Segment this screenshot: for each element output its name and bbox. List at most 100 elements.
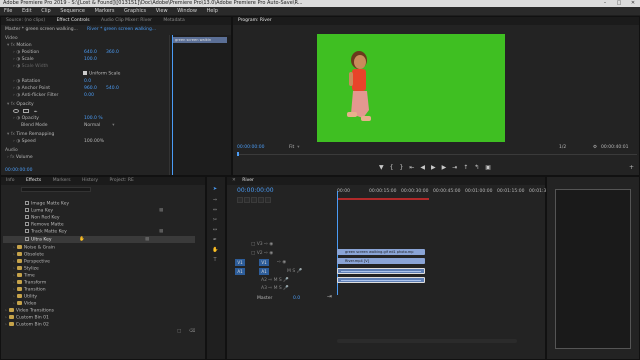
- new-bin-icon[interactable]: □: [177, 329, 181, 335]
- close-icon[interactable]: ✕: [626, 0, 640, 7]
- section-opacity[interactable]: ▾ fx Opacity: [7, 102, 34, 108]
- insert-sequence-nest-icon[interactable]: [237, 197, 243, 203]
- close-sequence-icon[interactable]: ✕: [227, 177, 236, 185]
- tab-source[interactable]: Source: (no clips): [1, 17, 50, 25]
- linked-selection-icon[interactable]: [251, 197, 257, 203]
- scale-value[interactable]: 100.0: [84, 57, 97, 63]
- source-patch-v1[interactable]: V1: [235, 259, 245, 266]
- pen-mask-icon[interactable]: ✒: [34, 110, 38, 115]
- position-x-value[interactable]: 640.0: [84, 50, 97, 56]
- step-forward-icon[interactable]: ▶: [442, 164, 453, 171]
- mark-in-icon[interactable]: {: [390, 164, 400, 171]
- mask-tools[interactable]: ✒: [13, 109, 38, 115]
- menu-graphics[interactable]: Graphics: [120, 7, 150, 15]
- effect-item-ultra-key[interactable]: Ultra Key: [23, 237, 52, 243]
- go-to-end-icon[interactable]: ⇥: [327, 294, 332, 300]
- mark-out-icon[interactable]: }: [399, 164, 409, 171]
- razor-tool-icon[interactable]: ✂: [212, 217, 218, 223]
- effect-controls-timecode[interactable]: 00:00:00:00: [5, 168, 32, 174]
- track-select-tool-icon[interactable]: ⇒: [212, 197, 218, 203]
- rotation-value[interactable]: 0.0: [84, 79, 91, 85]
- source-patch-a1[interactable]: A1: [235, 268, 245, 275]
- mini-timeline-clip[interactable]: green screen walkin: [173, 37, 227, 43]
- track-target-v1[interactable]: V1: [259, 259, 269, 266]
- folder-item[interactable]: › Custom Bin 01: [5, 315, 49, 321]
- effect-item[interactable]: Luma Key: [23, 208, 53, 214]
- folder-item[interactable]: › Video: [13, 301, 36, 307]
- button-editor-icon[interactable]: +: [629, 165, 634, 171]
- type-tool-icon[interactable]: T: [212, 257, 218, 263]
- step-back-icon[interactable]: ◀: [420, 164, 431, 171]
- folder-item[interactable]: › Stylize: [13, 266, 39, 272]
- opacity-value[interactable]: 100.0 %: [84, 116, 103, 122]
- slip-tool-icon[interactable]: ↔: [212, 227, 218, 233]
- minimize-icon[interactable]: –: [598, 0, 612, 7]
- speed-value[interactable]: 100.00%: [84, 139, 104, 145]
- track-header-v3[interactable]: □ V3 ⇨ ◉: [251, 242, 273, 248]
- menu-window[interactable]: Window: [173, 7, 201, 15]
- tab-history[interactable]: History: [77, 177, 103, 185]
- track-header-v2[interactable]: □ V2 ⇨ ◉: [251, 251, 273, 257]
- folder-item[interactable]: › Custom Bin 02: [5, 322, 49, 328]
- time-ruler[interactable]: 00:00 00:00:15:00 00:00:30:00 00:00:45:0…: [337, 189, 556, 201]
- folder-item[interactable]: › Noise & Grain: [13, 245, 55, 251]
- wrench-icon[interactable]: ⚙: [593, 145, 597, 151]
- add-marker-icon[interactable]: ▼: [379, 164, 390, 171]
- timeline-horizontal-scrollbar[interactable]: [337, 339, 517, 343]
- effect-item[interactable]: Track Matte Key: [23, 229, 67, 235]
- menu-file[interactable]: File: [0, 7, 16, 15]
- master-volume-value[interactable]: 0.0: [293, 296, 300, 302]
- effect-item[interactable]: Image Matte Key: [23, 201, 69, 207]
- position-y-value[interactable]: 360.0: [106, 50, 119, 56]
- play-icon[interactable]: ▶: [431, 164, 442, 171]
- menu-clip[interactable]: Clip: [37, 7, 54, 15]
- rectangle-mask-icon[interactable]: [23, 109, 30, 113]
- effects-search-input[interactable]: [21, 187, 91, 192]
- ripple-edit-tool-icon[interactable]: ⇔: [212, 207, 218, 213]
- uniform-scale-checkbox[interactable]: Uniform Scale: [83, 71, 120, 77]
- resolution-selector[interactable]: 1/2: [559, 145, 566, 151]
- delete-icon[interactable]: ⌫: [189, 329, 195, 335]
- hand-tool-icon[interactable]: ✋: [212, 247, 218, 253]
- track-target-a1[interactable]: A1: [259, 268, 269, 275]
- extract-icon[interactable]: ↰: [474, 164, 485, 171]
- menu-view[interactable]: View: [152, 7, 172, 15]
- go-to-in-icon[interactable]: ⇤: [409, 164, 420, 171]
- anti-flicker-value[interactable]: 0.00: [84, 93, 94, 99]
- folder-item[interactable]: › Transition: [13, 287, 46, 293]
- tab-sequence-river[interactable]: River: [237, 177, 259, 185]
- folder-item[interactable]: › Utility: [13, 294, 37, 300]
- lift-icon[interactable]: ↑: [463, 164, 474, 171]
- tab-audio-clip-mixer[interactable]: Audio Clip Mixer: River: [96, 17, 157, 25]
- program-playhead[interactable]: [237, 152, 239, 156]
- anchor-x-value[interactable]: 960.0: [84, 86, 97, 92]
- tab-effects[interactable]: Effects: [21, 177, 46, 185]
- ellipse-mask-icon[interactable]: [13, 109, 19, 113]
- pen-tool-icon[interactable]: ✒: [212, 237, 218, 243]
- section-motion[interactable]: ▾ fx Motion: [7, 43, 32, 49]
- section-time-remapping[interactable]: ▾ fx Time Remapping: [7, 132, 54, 138]
- menu-help[interactable]: Help: [203, 7, 222, 15]
- program-timecode[interactable]: 00:00:00:00: [237, 145, 264, 151]
- folder-item[interactable]: › Perspective: [13, 259, 50, 265]
- anchor-y-value[interactable]: 540.0: [106, 86, 119, 92]
- mini-playhead[interactable]: [172, 35, 173, 175]
- add-marker-icon[interactable]: [258, 197, 264, 203]
- timeline-timecode[interactable]: 00:00:00:00: [237, 188, 274, 194]
- clip-river-video[interactable]: River.mp4 [V]: [337, 258, 425, 264]
- tab-info[interactable]: Info: [1, 177, 20, 185]
- effect-item[interactable]: Remove Matte: [23, 222, 64, 228]
- tab-markers[interactable]: Markers: [48, 177, 76, 185]
- track-a1-controls[interactable]: M S 🎤: [287, 269, 302, 275]
- folder-item[interactable]: › Video Transitions: [5, 308, 54, 314]
- section-volume[interactable]: › fx Volume: [7, 155, 33, 161]
- blend-mode-dropdown[interactable]: Normal ▾: [84, 123, 124, 129]
- tab-metadata[interactable]: Metadata: [158, 17, 189, 25]
- folder-item[interactable]: › Time: [13, 273, 35, 279]
- track-header-a3[interactable]: A3 ⇨ M S 🎤: [261, 286, 289, 292]
- menu-markers[interactable]: Markers: [91, 7, 119, 15]
- folder-item[interactable]: › Transform: [13, 280, 46, 286]
- snap-icon[interactable]: [244, 197, 250, 203]
- fit-dropdown[interactable]: Fit ▾: [289, 145, 300, 151]
- program-video-frame[interactable]: [317, 34, 505, 142]
